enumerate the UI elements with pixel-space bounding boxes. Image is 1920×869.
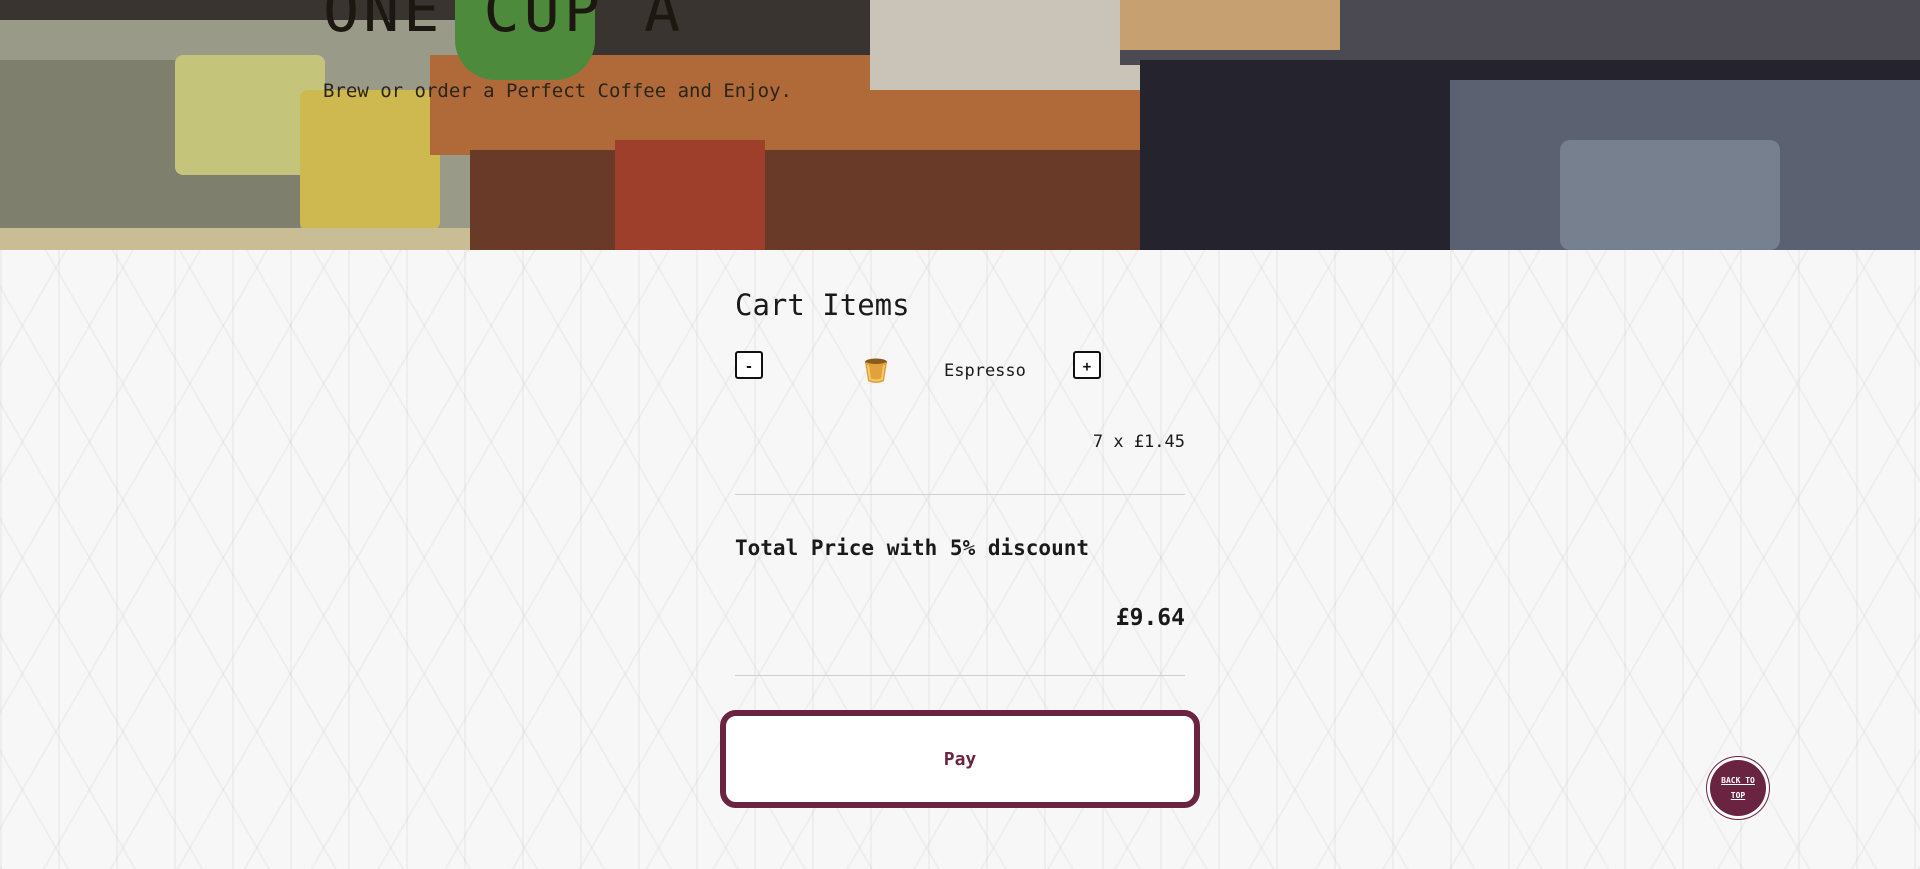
hero-scene-cushion [300, 90, 440, 230]
hero-scene-table-base [470, 150, 1170, 250]
back-to-top-button[interactable]: BACK TO TOP [1707, 757, 1769, 819]
espresso-cup-icon [865, 358, 887, 383]
hero-scene-floor [0, 228, 480, 250]
cart-divider [735, 494, 1185, 495]
cart-title: Cart Items [735, 288, 910, 322]
total-price-value: £9.64 [1115, 605, 1185, 631]
total-price-label: Total Price with 5% discount [735, 536, 1090, 560]
cart-item-name: Espresso [944, 361, 1026, 381]
decrease-quantity-button[interactable]: - [735, 351, 763, 379]
increase-quantity-button[interactable]: + [1073, 351, 1101, 379]
pay-button[interactable]: Pay [720, 710, 1200, 808]
hero-scene-window [1120, 0, 1340, 50]
hero-banner: ONE CUP A Brew or order a Perfect Coffee… [0, 0, 1920, 250]
hero-title: ONE CUP A [323, 0, 685, 46]
hero-subtitle: Brew or order a Perfect Coffee and Enjoy… [323, 80, 792, 102]
hero-scene-coffee-machine-detail [1560, 140, 1780, 250]
total-divider [735, 675, 1185, 676]
back-to-top-label: BACK TO TOP [1721, 776, 1755, 800]
hero-scene-chair [615, 140, 765, 250]
cart-item-quantity-price: 7 x £1.45 [1092, 432, 1185, 452]
